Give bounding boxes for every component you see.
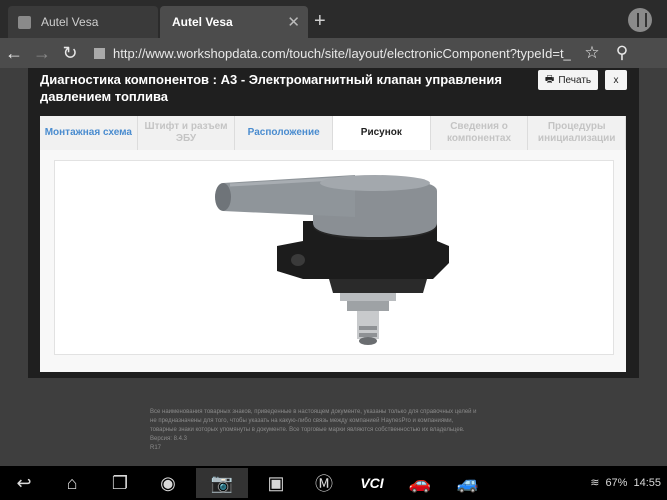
tab-location[interactable]: Расположение — [235, 116, 334, 150]
browser-menu-button[interactable] — [628, 8, 652, 32]
reload-icon[interactable]: ↻ — [56, 43, 84, 64]
modal-title: Диагностика компонентов : A3 - Электрома… — [40, 72, 502, 104]
bookmark-star-icon[interactable]: ☆ — [581, 43, 603, 63]
component-picture-frame — [54, 160, 614, 355]
print-label: Печать — [558, 74, 592, 86]
service-icon[interactable]: 🚙 — [444, 473, 492, 494]
recent-apps-icon[interactable]: ❐ — [96, 473, 144, 494]
tab-init-procedures: Процедуры инициализации — [528, 116, 627, 150]
system-nav-bar: ↩ ⌂ ❐ ◉ 📷 ▣ Ⓜ VCI 🚗 🚙 — [0, 466, 667, 500]
print-button[interactable]: 🖶 Печать — [538, 70, 598, 90]
tab-wiring-diagram[interactable]: Монтажная схема — [40, 116, 138, 150]
search-icon[interactable]: ⚲ — [611, 43, 633, 63]
forward-arrow-icon[interactable]: → — [28, 43, 56, 64]
printer-icon: 🖶 — [544, 73, 555, 85]
status-area: ≋ 67% 14:55 — [590, 476, 661, 490]
maintenance-icon[interactable]: Ⓜ — [300, 470, 348, 496]
tab-component-info: Сведения о компонентах — [431, 116, 529, 150]
vci-button[interactable]: VCI — [348, 475, 396, 491]
tab-title: Autel Vesa — [41, 15, 99, 29]
browser-app-icon[interactable]: ◉ — [144, 473, 192, 494]
new-tab-button[interactable]: + — [314, 10, 326, 33]
footer-line: товарные знаки которых упомянуты в докум… — [150, 427, 465, 433]
site-info-icon[interactable] — [94, 47, 105, 59]
camera-icon[interactable]: 📷 — [196, 468, 248, 498]
clock: 14:55 — [633, 476, 661, 489]
pressure-valve-image — [215, 175, 449, 345]
car-diagnostics-icon[interactable]: 🚗 — [396, 473, 444, 494]
legal-footer: Все наименования товарных знаков, привед… — [150, 408, 520, 453]
wifi-icon: ≋ — [590, 477, 600, 489]
browser-tab-bar: Autel Vesa Autel Vesa ✕ + — [0, 0, 667, 38]
tab-ecu-pin: Штифт и разъем ЭБУ — [138, 116, 236, 150]
close-tab-icon[interactable]: ✕ — [287, 13, 300, 31]
tab-picture[interactable]: Рисунок — [333, 116, 431, 150]
tab-title: Autel Vesa — [172, 15, 233, 29]
component-modal: Диагностика компонентов : A3 - Электрома… — [28, 68, 639, 378]
browser-nav-bar: ← → ↻ http://www.workshopdata.com/touch/… — [0, 38, 667, 68]
tab-content — [40, 150, 626, 372]
footer-line: Все наименования товарных знаков, привед… — [150, 409, 477, 415]
footer-release: R17 — [150, 445, 162, 451]
url-field[interactable]: http://www.workshopdata.com/touch/site/l… — [113, 46, 573, 61]
system-back-icon[interactable]: ↩ — [0, 473, 48, 494]
screen-record-icon[interactable]: ▣ — [252, 473, 300, 494]
home-icon[interactable]: ⌂ — [48, 473, 96, 494]
component-tabs: Монтажная схема Штифт и разъем ЭБУ Распо… — [40, 116, 627, 150]
battery-level: 67% — [605, 476, 628, 489]
footer-line: не предназначены для того, чтобы указать… — [150, 418, 454, 424]
browser-tab-1[interactable]: Autel Vesa — [8, 6, 158, 38]
back-arrow-icon[interactable]: ← — [0, 43, 28, 64]
page-area: Диагностика компонентов : A3 - Электрома… — [0, 68, 667, 466]
page-favicon-icon — [18, 15, 31, 29]
close-button[interactable]: x — [605, 70, 627, 90]
browser-tab-2-active[interactable]: Autel Vesa ✕ — [160, 6, 308, 38]
footer-version: Версия: 8.4.3 — [150, 436, 187, 442]
